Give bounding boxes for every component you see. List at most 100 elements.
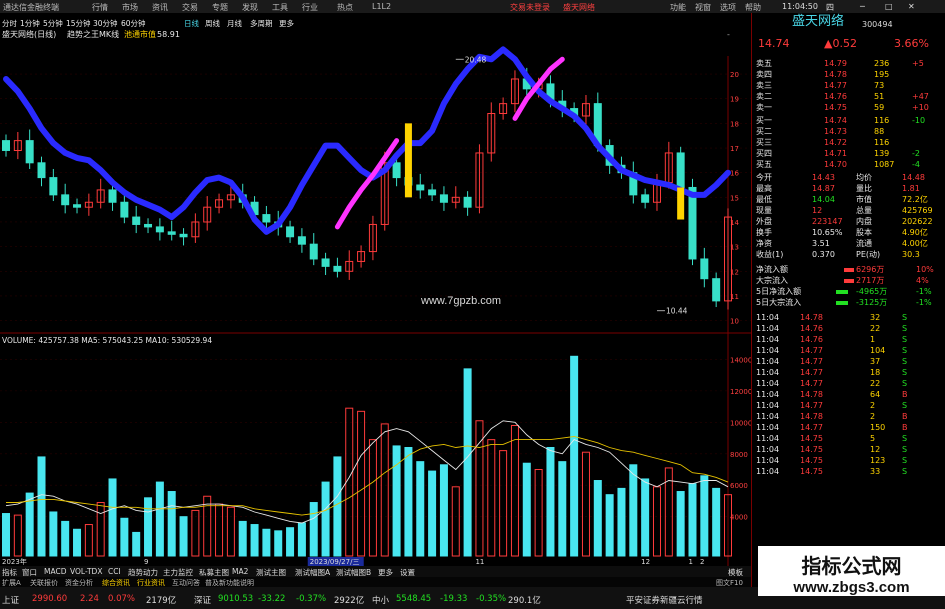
flow-bar: [836, 290, 848, 294]
menu-tools[interactable]: 工具: [272, 2, 288, 13]
menu-news[interactable]: 资讯: [152, 2, 168, 13]
volume-bar: [546, 446, 555, 557]
close-icon[interactable]: ✕: [908, 2, 915, 11]
menu-market[interactable]: 市场: [122, 2, 138, 13]
weekday: 四: [826, 3, 834, 12]
index-name: 深证: [194, 596, 212, 606]
minimize-icon[interactable]: ─: [860, 2, 865, 11]
index-value: 2990.60: [32, 594, 68, 604]
volume-bar: [84, 524, 93, 557]
x-axis-label: 1: [688, 558, 692, 566]
maximize-icon[interactable]: □: [885, 2, 893, 11]
menu-function[interactable]: 功能: [670, 2, 686, 13]
volume-bar: [155, 481, 164, 557]
volume-bar: [120, 517, 129, 557]
index-pct: 0.07%: [108, 594, 136, 604]
site-watermark-title: 指标公式网: [801, 556, 902, 578]
volume-bar: [13, 514, 22, 557]
candle-body: [37, 162, 46, 179]
tick-row: 11:04 14.75 33 S: [752, 466, 945, 478]
bids-price: 14.70: [824, 160, 847, 169]
candle-body: [641, 194, 650, 203]
menu-discover[interactable]: 发现: [242, 2, 258, 13]
volume-bar: [581, 451, 590, 557]
flow-label: 5日大宗流入: [756, 298, 802, 307]
menu-l1l2[interactable]: L1L2: [372, 2, 391, 11]
trend-line: [3, 46, 731, 235]
candle-body: [676, 152, 685, 188]
tick-direction: S: [902, 467, 908, 476]
flow-bar: [844, 268, 854, 272]
asks-change: +10: [912, 103, 929, 112]
volume-bar: [428, 470, 437, 557]
flow-row: 5日大宗流入 -3125万 -1%: [752, 297, 945, 309]
indicator-tab[interactable]: VOL-TDX: [70, 567, 102, 576]
indicator-tab[interactable]: MACD: [44, 567, 66, 576]
volume-bar: [61, 520, 70, 557]
volume-tick-label: 8000: [730, 451, 748, 459]
menu-view[interactable]: 视窗: [695, 2, 711, 13]
menu-topic[interactable]: 专题: [212, 2, 228, 13]
menu-hot[interactable]: 热点: [337, 2, 353, 13]
watermark-url: www.7gpzb.com: [421, 295, 502, 307]
candle-body: [286, 226, 295, 238]
indicator-tab[interactable]: CCI: [108, 567, 121, 576]
volume-bar: [676, 491, 685, 557]
volume-tick-label: 4000: [730, 514, 748, 522]
flow-pct: -1%: [916, 298, 932, 307]
index-name: 上证: [2, 596, 20, 606]
volume-bar: [451, 486, 460, 557]
volume-bar: [345, 407, 354, 557]
volume-bar: [629, 464, 638, 557]
candle-body: [297, 236, 306, 245]
volume-bar: [357, 410, 366, 557]
candle-body: [120, 201, 129, 218]
menu-trade[interactable]: 交易: [182, 2, 198, 13]
x-axis-label: 2023年: [2, 557, 27, 566]
volume-bar: [617, 487, 626, 557]
menu-options[interactable]: 选项: [720, 2, 736, 13]
bids-volume: 1087: [874, 160, 895, 169]
indicator-value: 58.91: [157, 30, 180, 39]
title-bar: 通达信金融终端 行情 市场 资讯 交易 专题 发现 工具 行业 热点 L1L2 …: [0, 0, 945, 13]
stock-alert[interactable]: 盛天网络: [563, 2, 595, 13]
trade-login-alert[interactable]: 交易未登录: [510, 2, 550, 13]
index-change: -19.33: [440, 594, 468, 604]
menu-quotes[interactable]: 行情: [92, 2, 108, 13]
corner-label: -: [727, 30, 730, 39]
volume-bar: [688, 483, 697, 557]
volume-bar: [144, 497, 153, 557]
price-tick-label: 20: [730, 71, 739, 79]
volume-bar: [250, 524, 259, 557]
indicator-tab[interactable]: MA2: [232, 567, 248, 576]
stats-row: 收益(1) 0.370 PE(动) 30.3: [752, 249, 945, 261]
menu-industry[interactable]: 行业: [302, 2, 318, 13]
volume-bar: [96, 502, 105, 557]
extension-bar: 扩展A 关联报价 资金分析 综合资讯 行业资讯 互动问答 普及新功能说明 图文F10: [0, 577, 751, 587]
volume-bar: [368, 439, 377, 557]
index-amount: 290.1亿: [508, 596, 541, 606]
candle-body: [25, 140, 34, 164]
volume-bar: [274, 530, 283, 557]
menu-help[interactable]: 帮助: [745, 2, 761, 13]
candle-body: [321, 258, 330, 267]
candle-body: [416, 184, 425, 191]
bids-label: 买五: [756, 160, 772, 169]
candle-body: [712, 278, 721, 302]
chart-area[interactable]: 盛天网络(日线) 趋势之王MK线 池通市值 58.91 - 1011121314…: [0, 28, 751, 566]
candle-body: [463, 196, 472, 208]
site-watermark: 指标公式网 www.zbgs3.com: [758, 546, 945, 596]
price-change: ▲0.52: [824, 37, 857, 50]
asks-row: 卖一 14.75 59 +10: [752, 102, 945, 114]
index-change: 2.24: [80, 594, 99, 604]
volume-bar: [487, 439, 496, 557]
volume-bar: [73, 528, 82, 557]
last-price: 14.74: [758, 37, 790, 50]
candle-body: [108, 189, 117, 203]
signal-bar: [677, 187, 685, 220]
volume-bar: [499, 450, 508, 557]
broker-label: 平安证券新疆云行情: [626, 596, 703, 606]
price-tick-label: 19: [730, 96, 739, 104]
index-pct: -0.35%: [476, 594, 507, 604]
stats-key: PE(动): [856, 250, 881, 259]
